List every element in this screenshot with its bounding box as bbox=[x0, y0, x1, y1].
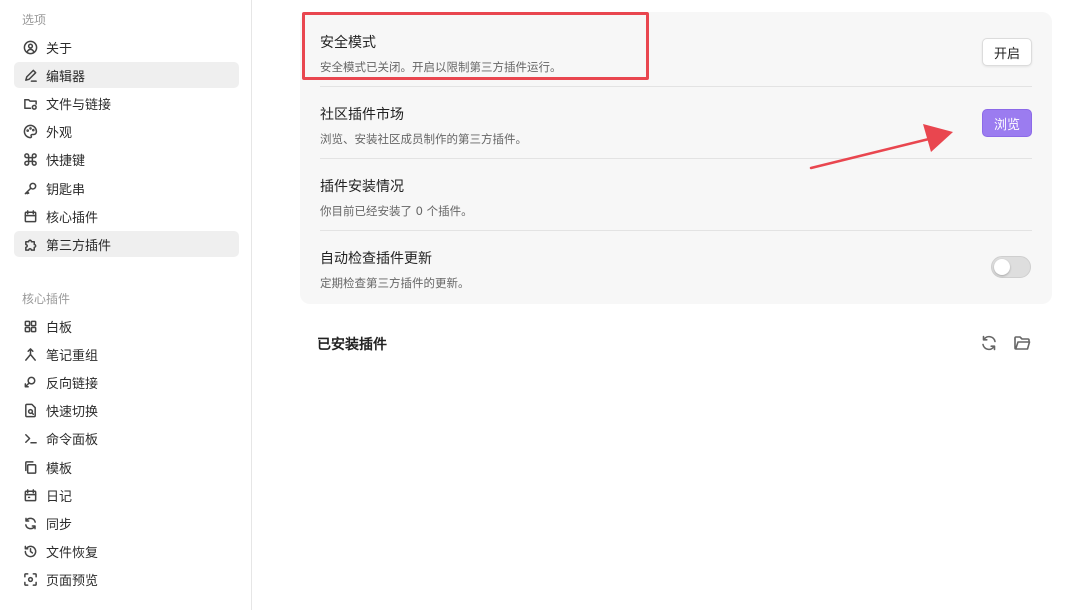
browse-button[interactable]: 浏览 bbox=[982, 109, 1032, 137]
auto-update-title: 自动检查插件更新 bbox=[320, 251, 432, 267]
sidebar-item-label: 第三方插件 bbox=[46, 238, 112, 254]
options-section-title: 选项 bbox=[22, 13, 47, 27]
sidebar-item-label: 反向链接 bbox=[46, 376, 99, 392]
toggle-knob bbox=[994, 259, 1010, 275]
community-market-row: 社区插件市场 浏览、安装社区成员制作的第三方插件。 bbox=[320, 104, 1032, 147]
sidebar-item-canvas[interactable]: 白板 bbox=[14, 313, 239, 339]
sidebar-item-label: 钥匙串 bbox=[46, 182, 86, 198]
sidebar-item-page-preview[interactable]: 页面预览 bbox=[14, 566, 239, 592]
sidebar-item-label: 外观 bbox=[46, 125, 73, 141]
divider bbox=[320, 230, 1032, 231]
sidebar-item-files-links[interactable]: 文件与链接 bbox=[14, 90, 239, 116]
sidebar-item-file-recovery[interactable]: 文件恢复 bbox=[14, 538, 239, 564]
copy-icon bbox=[22, 459, 38, 475]
sidebar-item-label: 页面预览 bbox=[46, 573, 99, 589]
sidebar-item-about[interactable]: 关于 bbox=[14, 34, 239, 60]
sidebar-item-templates[interactable]: 模板 bbox=[14, 454, 239, 480]
sidebar-item-hotkeys[interactable]: 快捷键 bbox=[14, 146, 239, 172]
sync-icon bbox=[22, 515, 38, 531]
command-icon bbox=[22, 151, 38, 167]
calendar-day-icon bbox=[22, 487, 38, 503]
auto-update-row: 自动检查插件更新 定期检查第三方插件的更新。 bbox=[320, 248, 1032, 291]
info-circle-icon bbox=[22, 39, 38, 55]
history-icon bbox=[22, 543, 38, 559]
plugin-settings-panel: 安全模式 安全模式已关闭。开启以限制第三方插件运行。 开启 社区插件市场 浏览、… bbox=[300, 12, 1052, 304]
auto-update-toggle[interactable] bbox=[991, 256, 1031, 278]
file-search-icon bbox=[22, 402, 38, 418]
safe-mode-title: 安全模式 bbox=[320, 35, 376, 51]
installed-plugins-title: 已安装插件 bbox=[317, 337, 387, 353]
sidebar-item-quick-switcher[interactable]: 快速切换 bbox=[14, 397, 239, 423]
sidebar-item-label: 文件与链接 bbox=[46, 97, 112, 113]
sidebar-item-label: 模板 bbox=[46, 461, 73, 477]
sidebar-item-label: 笔记重组 bbox=[46, 348, 99, 364]
sidebar-item-label: 命令面板 bbox=[46, 432, 99, 448]
safe-mode-row: 安全模式 安全模式已关闭。开启以限制第三方插件运行。 bbox=[320, 32, 1032, 75]
terminal-icon bbox=[22, 430, 38, 446]
reload-plugins-icon[interactable] bbox=[979, 333, 999, 353]
sidebar-item-label: 白板 bbox=[46, 320, 73, 336]
layout-grid-icon bbox=[22, 318, 38, 334]
install-status-desc: 你目前已经安装了 0 个插件。 bbox=[320, 204, 473, 218]
palette-icon bbox=[22, 123, 38, 139]
preview-icon bbox=[22, 571, 38, 587]
folder-link-icon bbox=[22, 95, 38, 111]
sidebar-item-label: 文件恢复 bbox=[46, 545, 99, 561]
pencil-icon bbox=[22, 67, 38, 83]
sidebar-item-daily-notes[interactable]: 日记 bbox=[14, 482, 239, 508]
community-market-desc: 浏览、安装社区成员制作的第三方插件。 bbox=[320, 132, 527, 146]
sidebar-item-keychain[interactable]: 钥匙串 bbox=[14, 175, 239, 201]
sidebar-item-core-plugins[interactable]: 核心插件 bbox=[14, 203, 239, 229]
sidebar-item-label: 快速切换 bbox=[46, 404, 99, 420]
key-icon bbox=[22, 180, 38, 196]
merge-icon bbox=[22, 346, 38, 362]
install-status-title: 插件安装情况 bbox=[320, 179, 404, 195]
sidebar-item-command-palette[interactable]: 命令面板 bbox=[14, 425, 239, 451]
sidebar-item-label: 同步 bbox=[46, 517, 73, 533]
sidebar-item-label: 快捷键 bbox=[46, 153, 86, 169]
sidebar-item-appearance[interactable]: 外观 bbox=[14, 118, 239, 144]
backlink-icon bbox=[22, 374, 38, 390]
core-plugins-section-title: 核心插件 bbox=[22, 292, 71, 306]
sidebar-item-label: 核心插件 bbox=[46, 210, 99, 226]
community-market-title: 社区插件市场 bbox=[320, 107, 404, 123]
sidebar-item-editor[interactable]: 编辑器 bbox=[14, 62, 239, 88]
divider bbox=[320, 158, 1032, 159]
sidebar-item-label: 编辑器 bbox=[46, 69, 86, 85]
settings-window: 选项 关于 编辑器 文件与链接 外观 快捷键 钥匙串 核心插件 第三方插件 核心… bbox=[0, 0, 1065, 610]
open-plugins-folder-icon[interactable] bbox=[1012, 333, 1032, 353]
sidebar-item-third-party-plugins[interactable]: 第三方插件 bbox=[14, 231, 239, 257]
divider bbox=[320, 86, 1032, 87]
install-status-row: 插件安装情况 你目前已经安装了 0 个插件。 bbox=[320, 176, 1032, 219]
auto-update-desc: 定期检查第三方插件的更新。 bbox=[320, 276, 470, 290]
safe-mode-toggle-button[interactable]: 开启 bbox=[982, 38, 1032, 66]
calendar-icon bbox=[22, 208, 38, 224]
sidebar-item-label: 日记 bbox=[46, 489, 73, 505]
sidebar-item-sync[interactable]: 同步 bbox=[14, 510, 239, 536]
safe-mode-desc: 安全模式已关闭。开启以限制第三方插件运行。 bbox=[320, 60, 562, 74]
sidebar-item-note-composer[interactable]: 笔记重组 bbox=[14, 341, 239, 367]
settings-sidebar: 选项 关于 编辑器 文件与链接 外观 快捷键 钥匙串 核心插件 第三方插件 核心… bbox=[0, 0, 252, 610]
sidebar-item-label: 关于 bbox=[46, 41, 73, 57]
sidebar-item-backlinks[interactable]: 反向链接 bbox=[14, 369, 239, 395]
puzzle-icon bbox=[22, 236, 38, 252]
